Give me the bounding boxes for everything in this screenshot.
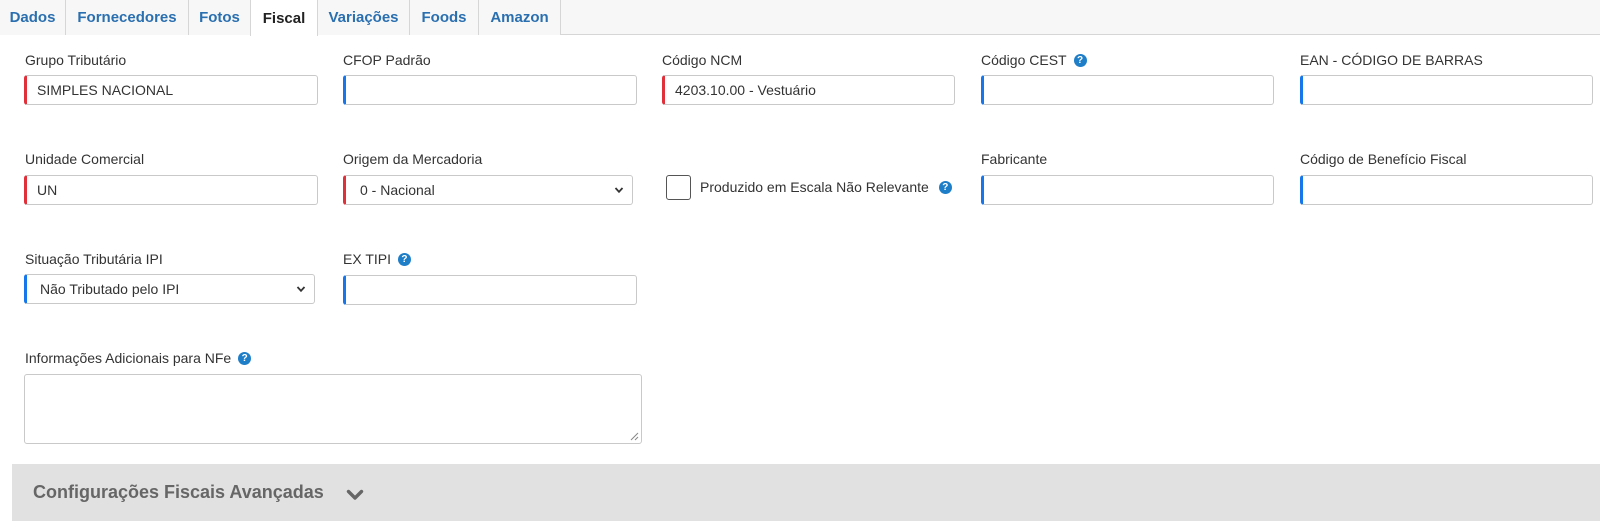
- chevron-down-icon: [296, 286, 306, 293]
- tab-fornecedores[interactable]: Fornecedores: [66, 0, 189, 35]
- codigo-cest-label-text: Código CEST: [981, 52, 1067, 68]
- beneficio-fiscal-label-text: Código de Benefício Fiscal: [1300, 151, 1467, 167]
- unidade-comercial-label: Unidade Comercial: [25, 150, 144, 168]
- codigo-ncm-label: Código NCM: [662, 51, 742, 69]
- tab-dados[interactable]: Dados: [0, 0, 66, 35]
- origem-mercadoria-label-text: Origem da Mercadoria: [343, 151, 483, 167]
- question-circle-icon[interactable]: ?: [397, 252, 411, 266]
- grupo-tributario-input[interactable]: SIMPLES NACIONAL: [24, 75, 318, 105]
- unidade-comercial-label-text: Unidade Comercial: [25, 151, 145, 167]
- codigo-ncm-value: 4203.10.00 - Vestuário: [675, 82, 816, 98]
- beneficio-fiscal-input[interactable]: [1300, 175, 1593, 205]
- produzido-escala-label: Produzido em Escala Não Relevante ?: [700, 178, 952, 196]
- fabricante-label-text: Fabricante: [981, 151, 1048, 167]
- question-circle-icon[interactable]: ?: [938, 180, 952, 194]
- codigo-ncm-input[interactable]: 4203.10.00 - Vestuário: [662, 75, 955, 105]
- beneficio-fiscal-label: Código de Benefício Fiscal: [1300, 150, 1467, 168]
- fabricante-input[interactable]: [981, 175, 1274, 205]
- origem-mercadoria-label: Origem da Mercadoria: [343, 150, 482, 168]
- tab-variacoes[interactable]: Variações: [318, 0, 410, 35]
- ean-label-text: EAN - CÓDIGO DE BARRAS: [1300, 52, 1483, 68]
- situacao-ipi-value: Não Tributado pelo IPI: [40, 281, 180, 297]
- origem-mercadoria-select[interactable]: 0 - Nacional: [343, 175, 633, 205]
- chevron-down-icon[interactable]: [346, 489, 364, 501]
- codigo-cest-input[interactable]: [981, 75, 1274, 105]
- ex-tipi-input[interactable]: [343, 275, 637, 305]
- grupo-tributario-label: Grupo Tributário: [25, 51, 126, 69]
- grupo-tributario-label-text: Grupo Tributário: [25, 52, 127, 68]
- situacao-ipi-label: Situação Tributária IPI: [25, 250, 163, 268]
- tab-fotos[interactable]: Fotos: [189, 0, 251, 35]
- tab-fiscal[interactable]: Fiscal: [250, 0, 318, 36]
- resize-grip-icon[interactable]: [630, 432, 639, 441]
- cfop-padrao-label: CFOP Padrão: [343, 51, 431, 69]
- cfop-padrao-input[interactable]: [343, 75, 637, 105]
- unidade-comercial-input[interactable]: UN: [24, 175, 318, 205]
- question-circle-icon[interactable]: ?: [238, 351, 252, 365]
- ex-tipi-label: EX TIPI ?: [343, 250, 411, 268]
- ean-input[interactable]: [1300, 75, 1593, 105]
- situacao-ipi-select[interactable]: Não Tributado pelo IPI: [24, 274, 315, 304]
- chevron-down-icon: [614, 187, 624, 194]
- origem-mercadoria-value: 0 - Nacional: [360, 182, 435, 198]
- advanced-fiscal-settings-title: Configurações Fiscais Avançadas: [33, 482, 324, 502]
- fabricante-label: Fabricante: [981, 150, 1047, 168]
- info-adicionais-label-text: Informações Adicionais para NFe: [25, 350, 232, 366]
- codigo-cest-label: Código CEST ?: [981, 51, 1087, 69]
- info-adicionais-textarea[interactable]: [24, 374, 642, 444]
- produzido-escala-label-text: Produzido em Escala Não Relevante: [700, 179, 929, 195]
- tab-amazon[interactable]: Amazon: [479, 0, 561, 35]
- codigo-ncm-label-text: Código NCM: [662, 52, 743, 68]
- advanced-fiscal-settings-toggle[interactable]: Configurações Fiscais Avançadas: [12, 464, 1600, 521]
- grupo-tributario-value: SIMPLES NACIONAL: [37, 82, 174, 98]
- tab-bar: Dados Fornecedores Fotos Fiscal Variaçõe…: [0, 0, 1600, 36]
- situacao-ipi-label-text: Situação Tributária IPI: [25, 251, 163, 267]
- cfop-padrao-label-text: CFOP Padrão: [343, 52, 431, 68]
- ean-label: EAN - CÓDIGO DE BARRAS: [1300, 51, 1483, 69]
- tab-foods[interactable]: Foods: [410, 0, 479, 35]
- unidade-comercial-value: UN: [37, 182, 58, 198]
- question-circle-icon[interactable]: ?: [1073, 53, 1087, 67]
- produzido-escala-checkbox[interactable]: [666, 175, 691, 200]
- ex-tipi-label-text: EX TIPI: [343, 251, 391, 267]
- info-adicionais-label: Informações Adicionais para NFe ?: [25, 349, 252, 367]
